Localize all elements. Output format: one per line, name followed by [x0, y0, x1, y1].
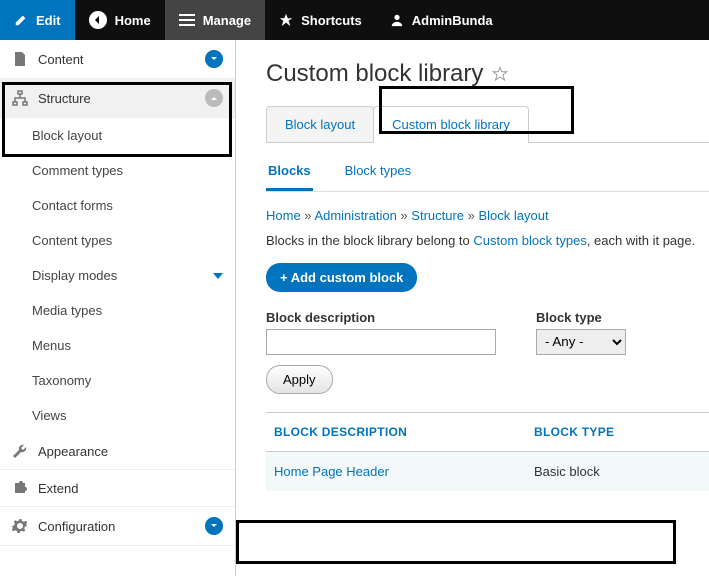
shortcuts-label: Shortcuts	[301, 13, 362, 28]
sidebar-subitem-content-types[interactable]: Content types	[0, 223, 235, 258]
block-description-input[interactable]	[266, 329, 496, 355]
star-icon	[279, 13, 293, 27]
user-label: AdminBunda	[412, 13, 493, 28]
chevron-down-icon	[205, 50, 223, 68]
add-custom-block-button[interactable]: + Add custom block	[266, 263, 417, 292]
back-icon	[89, 11, 107, 29]
filter-type: Block type - Any -	[536, 310, 626, 355]
sidebar-subitem-display-modes[interactable]: Display modes	[0, 258, 235, 293]
user-icon	[390, 13, 404, 27]
sidebar-label: Media types	[32, 303, 102, 318]
apply-button[interactable]: Apply	[266, 365, 333, 394]
manage-label: Manage	[203, 13, 251, 28]
block-type-select[interactable]: - Any -	[536, 329, 626, 355]
admin-sidebar: Content Structure Block layout Comment ty…	[0, 40, 236, 576]
table-header: BLOCK DESCRIPTION BLOCK TYPE	[266, 413, 709, 452]
sidebar-subitem-contact-forms[interactable]: Contact forms	[0, 188, 235, 223]
sidebar-subitem-block-layout[interactable]: Block layout	[0, 118, 235, 153]
sidebar-label: Comment types	[32, 163, 123, 178]
sidebar-label: Appearance	[38, 444, 108, 459]
chevron-down-icon	[205, 517, 223, 535]
sidebar-label: Views	[32, 408, 66, 423]
button-label: + Add custom block	[280, 270, 403, 285]
manage-button[interactable]: Manage	[165, 0, 265, 40]
crumb-structure[interactable]: Structure	[411, 208, 464, 223]
blocks-table: BLOCK DESCRIPTION BLOCK TYPE Home Page H…	[266, 412, 709, 491]
sidebar-label: Block layout	[32, 128, 102, 143]
sidebar-subitem-views[interactable]: Views	[0, 398, 235, 433]
subtab-block-types[interactable]: Block types	[343, 157, 413, 191]
secondary-tabs: Blocks Block types	[266, 157, 709, 192]
sidebar-subitem-media-types[interactable]: Media types	[0, 293, 235, 328]
sidebar-label: Menus	[32, 338, 71, 353]
edit-button[interactable]: Edit	[0, 0, 75, 40]
primary-tabs: Block layout Custom block library	[266, 106, 709, 143]
pencil-icon	[14, 13, 28, 27]
sidebar-item-extend[interactable]: Extend	[0, 470, 235, 507]
main-content: Custom block library Block layout Custom…	[236, 40, 709, 576]
crumb-home[interactable]: Home	[266, 208, 301, 223]
annotation-box	[236, 520, 676, 564]
sidebar-subitem-menus[interactable]: Menus	[0, 328, 235, 363]
breadcrumb: Home » Administration » Structure » Bloc…	[266, 208, 709, 223]
tab-label: Block layout	[285, 117, 355, 132]
sidebar-label: Display modes	[32, 268, 117, 283]
crumb-admin[interactable]: Administration	[314, 208, 396, 223]
sidebar-label: Content types	[32, 233, 112, 248]
sidebar-label: Content	[38, 52, 84, 67]
shortcuts-button[interactable]: Shortcuts	[265, 0, 376, 40]
sidebar-label: Structure	[38, 91, 91, 106]
subtab-label: Block types	[345, 163, 411, 178]
page-title-text: Custom block library	[266, 60, 483, 88]
page-description: Blocks in the block library belong to Cu…	[266, 231, 709, 251]
edit-label: Edit	[36, 13, 61, 28]
page-title: Custom block library	[266, 60, 709, 88]
th-type[interactable]: BLOCK TYPE	[534, 425, 614, 439]
admin-toolbar: Edit Home Manage Shortcuts AdminBunda	[0, 0, 709, 40]
sidebar-label: Extend	[38, 481, 78, 496]
sidebar-item-content[interactable]: Content	[0, 40, 235, 79]
filter-label: Block type	[536, 310, 626, 325]
cell-description[interactable]: Home Page Header	[274, 464, 534, 479]
desc-link[interactable]: Custom block types	[473, 233, 586, 248]
tab-label: Custom block library	[392, 117, 510, 132]
home-label: Home	[115, 13, 151, 28]
sidebar-subitem-comment-types[interactable]: Comment types	[0, 153, 235, 188]
sidebar-label: Configuration	[38, 519, 115, 534]
filter-description: Block description	[266, 310, 496, 355]
wrench-icon	[12, 443, 28, 459]
home-button[interactable]: Home	[75, 0, 165, 40]
subtab-blocks[interactable]: Blocks	[266, 157, 313, 191]
sitemap-icon	[12, 90, 28, 106]
sidebar-item-appearance[interactable]: Appearance	[0, 433, 235, 470]
sidebar-item-structure[interactable]: Structure	[0, 79, 235, 118]
tab-block-layout[interactable]: Block layout	[266, 106, 374, 142]
user-button[interactable]: AdminBunda	[376, 0, 507, 40]
chevron-up-icon	[205, 89, 223, 107]
tab-custom-block-library[interactable]: Custom block library	[373, 106, 529, 142]
sidebar-label: Taxonomy	[32, 373, 91, 388]
sidebar-item-configuration[interactable]: Configuration	[0, 507, 235, 546]
button-label: Apply	[283, 372, 316, 387]
th-description[interactable]: BLOCK DESCRIPTION	[274, 425, 534, 439]
puzzle-icon	[12, 480, 28, 496]
gear-icon	[12, 518, 28, 534]
crumb-block-layout[interactable]: Block layout	[479, 208, 549, 223]
filter-label: Block description	[266, 310, 496, 325]
desc-text: , each with it page.	[587, 233, 695, 248]
hamburger-icon	[179, 14, 195, 26]
filter-form: Block description Block type - Any -	[266, 310, 709, 355]
sidebar-subitem-taxonomy[interactable]: Taxonomy	[0, 363, 235, 398]
cell-type: Basic block	[534, 464, 600, 479]
subtab-label: Blocks	[268, 163, 311, 178]
sidebar-label: Contact forms	[32, 198, 113, 213]
chevron-down-icon	[213, 273, 223, 279]
desc-text: Blocks in the block library belong to	[266, 233, 473, 248]
file-icon	[12, 51, 28, 67]
star-outline-icon[interactable]	[491, 65, 509, 83]
table-row[interactable]: Home Page Header Basic block	[266, 452, 709, 491]
